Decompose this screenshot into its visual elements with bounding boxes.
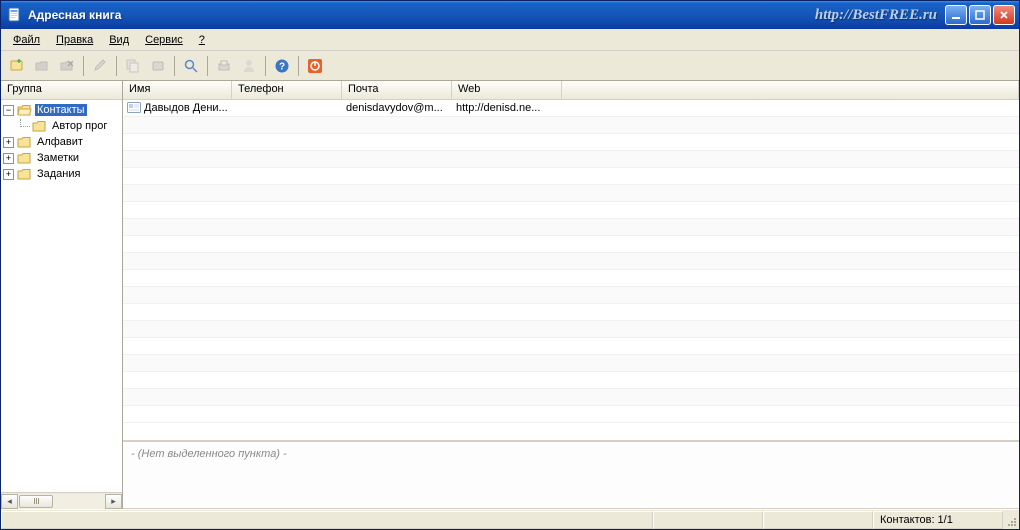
table-row[interactable] xyxy=(123,355,1019,372)
contact-card-icon xyxy=(127,102,141,114)
col-web[interactable]: Web xyxy=(452,81,562,99)
table-row[interactable] xyxy=(123,202,1019,219)
cell-email: denisdavydov@m... xyxy=(342,102,452,114)
cell-name: Давыдов Дени... xyxy=(144,102,228,114)
expand-toggle[interactable]: − xyxy=(3,105,14,116)
status-cell xyxy=(763,511,873,529)
scroll-right-button[interactable]: ▸ xyxy=(105,494,122,509)
menu-help[interactable]: ? xyxy=(191,32,213,48)
folder-open-icon xyxy=(17,104,32,117)
table-row[interactable] xyxy=(123,134,1019,151)
col-phone[interactable]: Телефон xyxy=(232,81,342,99)
details-panel: - (Нет выделенного пункта) - xyxy=(123,441,1019,509)
tree-item-alphabet[interactable]: + Алфавит xyxy=(3,134,122,150)
expand-toggle[interactable]: + xyxy=(3,169,14,180)
statusbar: Контактов: 1/1 xyxy=(1,509,1019,529)
watermark-text: http://BestFREE.ru xyxy=(815,7,937,24)
tree-item-tasks[interactable]: + Задания xyxy=(3,166,122,182)
folder-icon xyxy=(17,152,32,165)
table-row[interactable] xyxy=(123,372,1019,389)
menu-file[interactable]: Файл xyxy=(5,32,48,48)
tree-label: Задания xyxy=(35,168,82,180)
search-button[interactable] xyxy=(179,54,203,78)
sidebar-header: Группа xyxy=(1,81,122,100)
contacts-grid: Имя Телефон Почта Web Давыдов Дени... den… xyxy=(123,81,1019,441)
scroll-left-button[interactable]: ◂ xyxy=(1,494,18,509)
table-row[interactable] xyxy=(123,236,1019,253)
tree-label: Автор прог xyxy=(50,120,109,132)
expand-toggle[interactable]: + xyxy=(3,153,14,164)
cell-web: http://denisd.ne... xyxy=(452,102,562,114)
table-row[interactable] xyxy=(123,321,1019,338)
tree-label: Контакты xyxy=(35,104,87,116)
expand-toggle[interactable]: + xyxy=(3,137,14,148)
folder-icon xyxy=(17,136,32,149)
status-count: Контактов: 1/1 xyxy=(873,511,1003,529)
col-spacer xyxy=(562,81,1019,99)
folder-icon xyxy=(17,168,32,181)
new-contact-button[interactable] xyxy=(5,54,29,78)
help-button[interactable]: ? xyxy=(270,54,294,78)
table-row[interactable] xyxy=(123,151,1019,168)
window-title: Адресная книга xyxy=(28,8,121,22)
print-button[interactable] xyxy=(212,54,236,78)
menubar: Файл Правка Вид Сервис ? xyxy=(1,29,1019,51)
group-tree[interactable]: − Контакты Автор прог + Алфавит + xyxy=(1,100,122,492)
tree-label: Алфавит xyxy=(35,136,85,148)
folder-icon xyxy=(32,120,47,133)
sidebar: Группа − Контакты Автор прог + Алфавит xyxy=(1,81,123,509)
scroll-thumb[interactable] xyxy=(19,495,53,508)
table-row[interactable] xyxy=(123,287,1019,304)
copy-button[interactable] xyxy=(121,54,145,78)
table-row[interactable]: Давыдов Дени... denisdavydov@m...http://d… xyxy=(123,100,1019,117)
resize-grip-icon[interactable] xyxy=(1003,511,1019,529)
col-name[interactable]: Имя xyxy=(123,81,232,99)
edit-button[interactable] xyxy=(88,54,112,78)
app-icon xyxy=(7,7,23,23)
titlebar: Адресная книга http://BestFREE.ru xyxy=(1,1,1019,29)
toolbar: ? xyxy=(1,51,1019,81)
table-row[interactable] xyxy=(123,219,1019,236)
table-row[interactable] xyxy=(123,185,1019,202)
minimize-button[interactable] xyxy=(945,5,967,25)
col-email[interactable]: Почта xyxy=(342,81,452,99)
details-empty-text: - (Нет выделенного пункта) - xyxy=(131,448,287,460)
table-row[interactable] xyxy=(123,117,1019,134)
table-row[interactable] xyxy=(123,389,1019,406)
delete-button[interactable] xyxy=(55,54,79,78)
grid-body[interactable]: Давыдов Дени... denisdavydov@m...http://d… xyxy=(123,100,1019,440)
table-row[interactable] xyxy=(123,168,1019,185)
svg-text:?: ? xyxy=(279,61,285,72)
tree-item-author[interactable]: Автор прог xyxy=(3,118,122,134)
table-row[interactable] xyxy=(123,338,1019,355)
person-button[interactable] xyxy=(237,54,261,78)
tree-item-contacts[interactable]: − Контакты xyxy=(3,102,122,118)
table-row[interactable] xyxy=(123,304,1019,321)
tree-item-notes[interactable]: + Заметки xyxy=(3,150,122,166)
menu-view[interactable]: Вид xyxy=(101,32,137,48)
filter-button[interactable] xyxy=(146,54,170,78)
open-folder-button[interactable] xyxy=(30,54,54,78)
menu-service[interactable]: Сервис xyxy=(137,32,191,48)
menu-edit[interactable]: Правка xyxy=(48,32,101,48)
grid-header: Имя Телефон Почта Web xyxy=(123,81,1019,100)
maximize-button[interactable] xyxy=(969,5,991,25)
sidebar-scrollbar[interactable]: ◂ ▸ xyxy=(1,492,122,509)
table-row[interactable] xyxy=(123,406,1019,423)
close-button[interactable] xyxy=(993,5,1015,25)
power-button[interactable] xyxy=(303,54,327,78)
table-row[interactable] xyxy=(123,270,1019,287)
status-cell xyxy=(1,511,653,529)
table-row[interactable] xyxy=(123,253,1019,270)
status-cell xyxy=(653,511,763,529)
tree-label: Заметки xyxy=(35,152,81,164)
